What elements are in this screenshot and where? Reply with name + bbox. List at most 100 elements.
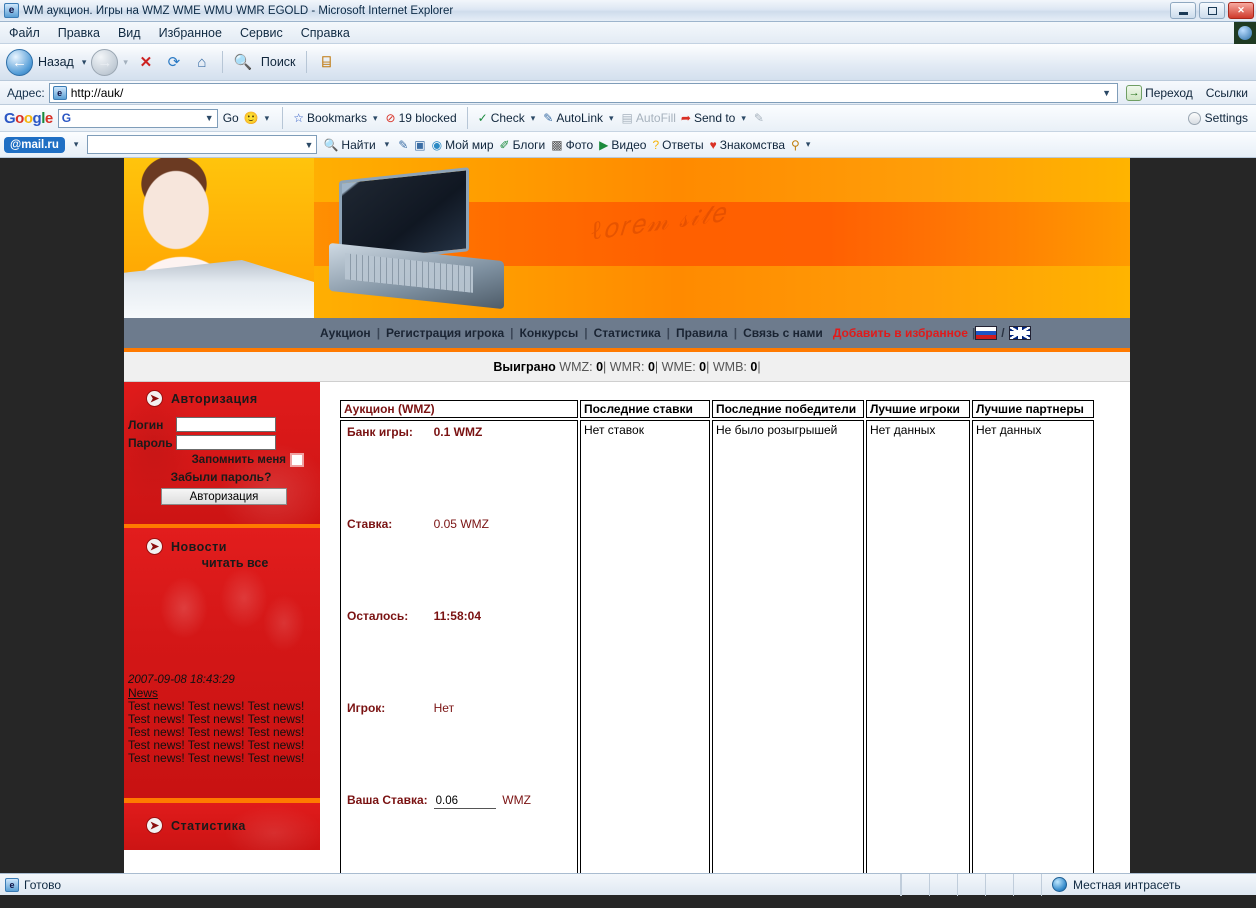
- window-controls: ✕: [1170, 2, 1254, 19]
- best-partners-cell: Нет данных: [972, 420, 1094, 873]
- google-search-prefix: G: [62, 111, 71, 125]
- mailru-tools-icon[interactable]: ⚲▾: [791, 138, 813, 152]
- banner-decorative-text: ℓ𝑜𝑟𝑒𝓂 𝓈𝒾𝓉𝑒: [589, 172, 920, 316]
- back-icon[interactable]: ←: [6, 49, 33, 76]
- won-value-wme: 0: [699, 360, 706, 374]
- won-value-wmb: 0: [750, 360, 757, 374]
- autofill-icon: ▤: [622, 111, 633, 125]
- google-toolbar: Google G ▼ Go 🙂 ▾ ☆ Bookmarks▾ ⊘ 19 bloc…: [0, 105, 1256, 132]
- nav-link-contact[interactable]: Связь с нами: [737, 326, 829, 340]
- sidebar-block-statistics: ➤ Статистика: [124, 798, 320, 850]
- mailru-logo[interactable]: @mail.ru: [4, 137, 65, 153]
- table-header-row: Аукцион (WMZ) Последние ставки Последние…: [340, 400, 1094, 418]
- status-text: Готово: [24, 878, 61, 892]
- nav-link-registration[interactable]: Регистрация игрока: [380, 326, 510, 340]
- login-input[interactable]: [176, 417, 276, 432]
- address-value: http://auk/: [71, 86, 124, 100]
- menu-item-view[interactable]: Вид: [109, 24, 150, 42]
- mailru-item-answers[interactable]: ? Ответы: [652, 138, 703, 152]
- mailru-find-button[interactable]: 🔍 Найти: [323, 138, 375, 152]
- news-item-link[interactable]: News: [128, 686, 316, 700]
- maximize-button[interactable]: [1199, 2, 1225, 19]
- refresh-icon[interactable]: ⟳: [161, 49, 187, 75]
- back-button-label[interactable]: Назад: [35, 55, 77, 69]
- research-icon[interactable]: ⌸: [314, 49, 340, 75]
- won-value-wmr: 0: [648, 360, 655, 374]
- flag-uk-icon[interactable]: [1009, 326, 1031, 340]
- your-bid-input[interactable]: [434, 794, 496, 809]
- page-favicon: e: [53, 86, 67, 100]
- google-go-button[interactable]: Go: [223, 111, 239, 125]
- address-dropdown-icon[interactable]: ▼: [1102, 88, 1114, 98]
- won-pipe: |: [655, 360, 658, 374]
- google-pagerank-icon[interactable]: 🙂 ▾: [244, 111, 272, 125]
- google-search-dropdown-icon[interactable]: ▼: [205, 113, 214, 123]
- google-autolink-button[interactable]: ✎ AutoLink▾: [543, 111, 616, 125]
- google-spellcheck-button[interactable]: ✓ Check▾: [478, 111, 539, 125]
- menu-item-file[interactable]: Файл: [0, 24, 49, 42]
- search-icon[interactable]: 🔍: [230, 49, 256, 75]
- mailru-search-input[interactable]: ▼: [87, 135, 317, 154]
- password-input[interactable]: [176, 435, 276, 450]
- browser-viewport: ℓ𝑜𝑟𝑒𝓂 𝓈𝒾𝓉𝑒 Аукцион | Регистрация игрока …: [0, 158, 1256, 873]
- mailru-item-photo[interactable]: ▩ Фото: [551, 138, 593, 152]
- autolink-icon: ✎: [543, 111, 553, 125]
- google-settings-button[interactable]: Settings: [1205, 111, 1248, 125]
- menu-item-favorites[interactable]: Избранное: [150, 24, 231, 42]
- google-popup-blocker[interactable]: ⊘ 19 blocked: [386, 111, 457, 125]
- password-label: Пароль: [128, 436, 176, 450]
- window-title-bar: e WM аукцион. Игры на WMZ WME WMU WMR EG…: [0, 0, 1256, 22]
- sidebar-block-news: ➤ Новости читать все 2007-09-08 18:43:29…: [124, 528, 320, 798]
- address-input[interactable]: e http://auk/ ▼: [49, 83, 1118, 103]
- find-icon: 🔍: [323, 138, 338, 152]
- mailru-pen-icon[interactable]: ✎: [398, 138, 408, 152]
- bank-label: Банк игры:: [344, 423, 431, 515]
- menu-item-help[interactable]: Справка: [292, 24, 359, 42]
- mailru-item-video[interactable]: ▶ Видео: [599, 138, 646, 152]
- nav-link-contests[interactable]: Конкурсы: [514, 326, 585, 340]
- bank-value: 0.1 WMZ: [431, 423, 534, 515]
- google-search-input[interactable]: G ▼: [58, 109, 218, 128]
- window-title: WM аукцион. Игры на WMZ WME WMU WMR EGOL…: [23, 5, 453, 17]
- go-arrow-icon: →: [1126, 85, 1142, 101]
- stop-icon[interactable]: ✕: [133, 49, 159, 75]
- menu-item-tools[interactable]: Сервис: [231, 24, 292, 42]
- links-button[interactable]: Ссылки: [1201, 86, 1253, 100]
- back-dropdown-icon[interactable]: ▾: [79, 57, 90, 68]
- forward-icon[interactable]: →: [91, 49, 118, 76]
- google-bookmarks-button[interactable]: ☆ Bookmarks▾: [293, 111, 380, 125]
- mailru-toolbar: @mail.ru ▾ ▼ 🔍 Найти ▾ ✎ ▣ ◉ Мой мир ✐ Б…: [0, 132, 1256, 158]
- authorization-submit-button[interactable]: Авторизация: [161, 488, 287, 505]
- google-sendto-button[interactable]: ➦ Send to▾: [681, 111, 749, 125]
- flag-ru-icon[interactable]: [975, 326, 997, 340]
- nav-link-auction[interactable]: Аукцион: [314, 326, 377, 340]
- mailru-translate-icon[interactable]: ▣: [414, 138, 425, 152]
- news-read-all-link[interactable]: читать все: [124, 556, 320, 570]
- mailru-item-my-world[interactable]: ◉ Мой мир: [432, 138, 494, 152]
- mailru-item-blogs[interactable]: ✐ Блоги: [500, 138, 546, 152]
- mailru-item-dating[interactable]: ♥ Знакомства: [710, 138, 785, 152]
- address-bar: Адрес: e http://auk/ ▼ → Переход Ссылки: [0, 81, 1256, 105]
- forward-dropdown-icon[interactable]: ▾: [120, 57, 131, 68]
- add-to-favorites-link[interactable]: Добавить в избранное: [829, 326, 972, 340]
- close-button[interactable]: ✕: [1228, 2, 1254, 19]
- currency-label: WMZ: [502, 793, 531, 807]
- minimize-button[interactable]: [1170, 2, 1196, 19]
- search-button-label[interactable]: Поиск: [258, 55, 299, 69]
- auction-table-wmz: Аукцион (WMZ) Последние ставки Последние…: [338, 398, 1096, 873]
- remember-me-checkbox[interactable]: [290, 453, 304, 467]
- won-pipe: |: [706, 360, 709, 374]
- spellcheck-icon: ✓: [478, 111, 488, 125]
- nav-link-statistics[interactable]: Статистика: [588, 326, 667, 340]
- menu-item-edit[interactable]: Правка: [49, 24, 109, 42]
- mailru-dropdown-icon[interactable]: ▾: [71, 139, 82, 150]
- won-currency-wmr: WMR:: [610, 360, 645, 374]
- mailru-search-dropdown-icon[interactable]: ▼: [305, 140, 314, 150]
- go-button[interactable]: → Переход: [1122, 85, 1197, 101]
- password-row: Пароль: [128, 435, 320, 450]
- home-icon[interactable]: ⌂: [189, 49, 215, 75]
- mailru-find-dropdown-icon[interactable]: ▾: [382, 139, 393, 150]
- forgot-password-link[interactable]: Забыли пароль?: [128, 470, 320, 484]
- nav-link-rules[interactable]: Правила: [670, 326, 734, 340]
- column-header-last-winners: Последние победители: [712, 400, 864, 418]
